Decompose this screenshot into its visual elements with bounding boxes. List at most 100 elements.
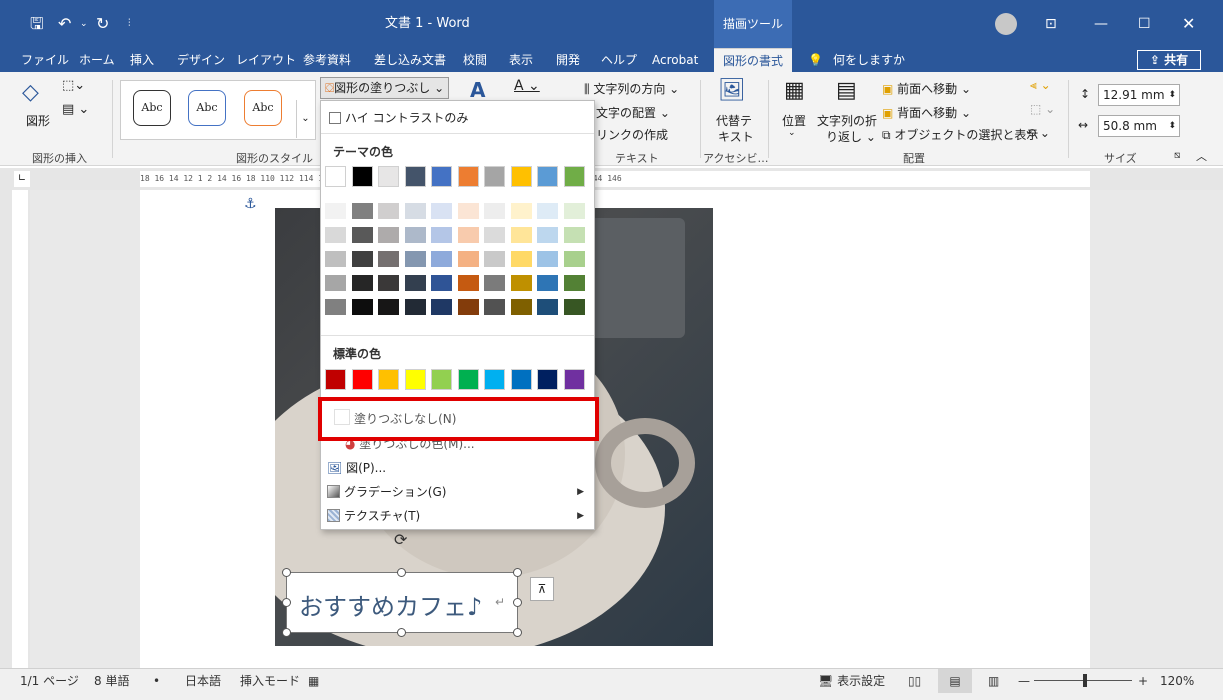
theme-shade-swatch[interactable] — [325, 227, 346, 243]
align-text-button[interactable]: 文字の配置 ⌄ — [596, 104, 670, 121]
tab-file[interactable]: ファイル — [21, 48, 69, 72]
theme-shade-swatch[interactable] — [457, 275, 479, 291]
theme-shade-swatch[interactable] — [484, 203, 505, 219]
text-direction-button[interactable]: ⫼ 文字列の方向 ⌄ — [584, 80, 679, 97]
tab-home[interactable]: ホーム — [79, 48, 115, 72]
tab-help[interactable]: ヘルプ — [601, 48, 637, 72]
theme-shade-swatch[interactable] — [378, 299, 399, 315]
minimize-icon[interactable]: — — [1094, 0, 1108, 48]
theme-shade-swatch[interactable] — [563, 203, 585, 219]
close-icon[interactable]: ✕ — [1182, 0, 1195, 48]
tab-insert[interactable]: 挿入 — [130, 48, 154, 72]
theme-color-swatch[interactable] — [484, 166, 505, 187]
standard-color-swatch[interactable] — [484, 369, 505, 390]
theme-shade-swatch[interactable] — [510, 275, 532, 291]
alt-text-icon[interactable]: 🖼 — [718, 78, 746, 103]
resize-handle[interactable] — [513, 598, 522, 607]
theme-shade-swatch[interactable] — [537, 203, 558, 219]
theme-shade-swatch[interactable] — [510, 251, 532, 267]
maximize-icon[interactable]: ☐ — [1138, 0, 1151, 48]
theme-shade-swatch[interactable] — [351, 275, 373, 291]
layout-options-icon[interactable]: ⊼ — [530, 577, 554, 601]
undo-icon[interactable]: ↶ — [58, 0, 71, 48]
text-outline-icon[interactable]: A ⌄ — [514, 78, 540, 94]
zoom-slider-thumb[interactable] — [1083, 674, 1087, 687]
resize-handle[interactable] — [513, 628, 522, 637]
theme-shade-swatch[interactable] — [457, 203, 479, 219]
position-icon[interactable]: ▦ — [784, 78, 805, 103]
texture-option[interactable]: テクスチャ(T) — [327, 507, 420, 524]
theme-shade-swatch[interactable] — [378, 227, 399, 243]
theme-shade-swatch[interactable] — [431, 227, 452, 243]
text-fill-icon[interactable]: A — [470, 78, 485, 102]
shape-style-orange[interactable]: Abc — [244, 90, 282, 126]
theme-shade-swatch[interactable] — [431, 251, 452, 267]
standard-color-swatch[interactable] — [378, 369, 399, 390]
theme-shade-swatch[interactable] — [404, 251, 426, 267]
theme-shade-swatch[interactable] — [431, 299, 452, 315]
no-fill-option[interactable]: 塗りつぶしなし(N) — [354, 410, 456, 427]
page-count[interactable]: 1/1 ページ — [20, 669, 79, 693]
send-backward-button[interactable]: ▣ 背面へ移動 ⌄ — [882, 104, 971, 121]
theme-color-swatch[interactable] — [563, 166, 585, 187]
tab-review[interactable]: 校閲 — [463, 48, 487, 72]
shape-style-blue[interactable]: Abc — [188, 90, 226, 126]
tab-developer[interactable]: 開発 — [556, 48, 580, 72]
theme-shade-swatch[interactable] — [325, 275, 346, 291]
edit-shape-icon[interactable]: ⬚⌄ — [62, 78, 85, 93]
theme-shade-swatch[interactable] — [563, 251, 585, 267]
language[interactable]: 日本語 — [185, 669, 221, 693]
macro-icon[interactable]: ▦ — [308, 669, 319, 693]
theme-shade-swatch[interactable] — [431, 275, 452, 291]
read-mode-icon[interactable]: ▯▯ — [908, 669, 921, 693]
print-layout-icon[interactable]: ▤ — [938, 669, 972, 693]
zoom-out-icon[interactable]: — — [1018, 669, 1030, 693]
customize-icon[interactable]: ⫶ — [128, 0, 131, 48]
shapes-icon[interactable]: ◇ — [22, 80, 39, 105]
resize-handle[interactable] — [397, 568, 406, 577]
gradient-option[interactable]: グラデーション(G) — [327, 483, 446, 500]
theme-shade-swatch[interactable] — [537, 251, 558, 267]
vertical-ruler[interactable] — [0, 190, 30, 668]
theme-shade-swatch[interactable] — [325, 299, 346, 315]
picture-fill-option[interactable]: 🖼 図(P)... — [327, 459, 386, 476]
checkbox-icon[interactable] — [329, 112, 341, 124]
position-label[interactable]: 位置 — [782, 112, 806, 129]
theme-shade-swatch[interactable] — [351, 227, 373, 243]
theme-shade-swatch[interactable] — [404, 275, 426, 291]
standard-color-swatch[interactable] — [537, 369, 558, 390]
theme-shade-swatch[interactable] — [351, 251, 373, 267]
theme-color-swatch[interactable] — [351, 166, 373, 187]
standard-color-swatch[interactable] — [404, 369, 426, 390]
collapse-ribbon-icon[interactable]: ︿ — [1196, 148, 1207, 164]
alt-text-line2[interactable]: キスト — [718, 128, 754, 145]
standard-color-swatch[interactable] — [325, 369, 346, 390]
theme-shade-swatch[interactable] — [510, 203, 532, 219]
standard-color-swatch[interactable] — [351, 369, 373, 390]
theme-shade-swatch[interactable] — [537, 275, 558, 291]
rotate-icon[interactable]: ⟲ ⌄ — [1026, 126, 1050, 140]
bring-forward-button[interactable]: ▣ 前面へ移動 ⌄ — [882, 80, 971, 97]
zoom-in-icon[interactable]: + — [1138, 669, 1148, 693]
theme-shade-swatch[interactable] — [404, 299, 426, 315]
theme-color-swatch[interactable] — [457, 166, 479, 187]
theme-shade-swatch[interactable] — [484, 299, 505, 315]
insert-mode[interactable]: 挿入モード — [240, 669, 300, 693]
theme-color-swatch[interactable] — [431, 166, 452, 187]
shape-style-black[interactable]: Abc — [133, 90, 171, 126]
theme-shade-swatch[interactable] — [404, 227, 426, 243]
redo-icon[interactable]: ↻ — [96, 0, 109, 48]
theme-shade-swatch[interactable] — [378, 275, 399, 291]
theme-shade-swatch[interactable] — [325, 203, 346, 219]
share-button[interactable]: ⇪ 共有 — [1137, 50, 1201, 70]
selection-pane-button[interactable]: ⧉ オブジェクトの選択と表示 — [882, 126, 1038, 143]
theme-shade-swatch[interactable] — [378, 251, 399, 267]
theme-shade-swatch[interactable] — [563, 275, 585, 291]
tab-shape-format[interactable]: 図形の書式 — [714, 48, 792, 72]
theme-shade-swatch[interactable] — [563, 299, 585, 315]
resize-handle[interactable] — [282, 628, 291, 637]
tab-design[interactable]: デザイン — [177, 48, 225, 72]
wrap-text-line2[interactable]: り返し ⌄ — [826, 128, 876, 145]
spinner-icon[interactable]: ⬍ — [1168, 116, 1176, 136]
theme-shade-swatch[interactable] — [510, 299, 532, 315]
